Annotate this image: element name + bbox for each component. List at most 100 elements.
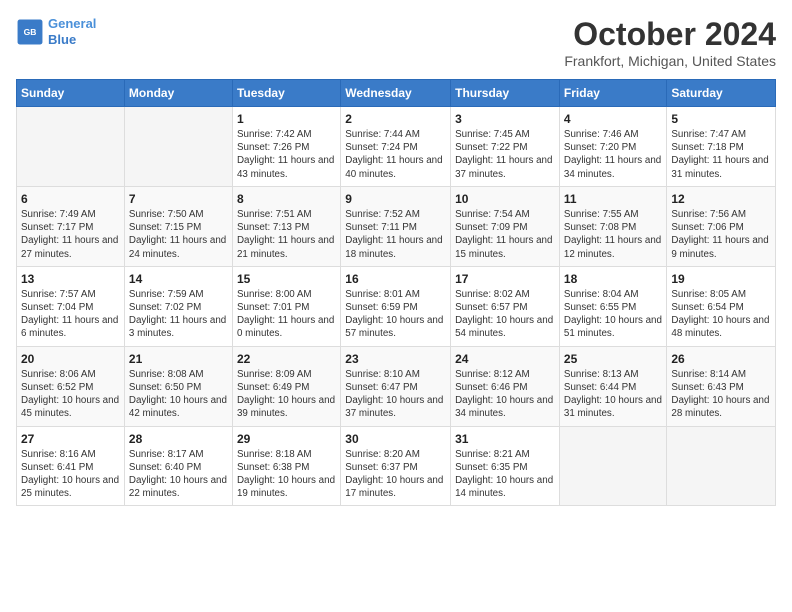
- day-number: 28: [129, 432, 228, 446]
- weekday-header: Friday: [559, 80, 666, 107]
- location: Frankfort, Michigan, United States: [564, 53, 776, 69]
- day-number: 18: [564, 272, 662, 286]
- day-info: Sunrise: 8:08 AMSunset: 6:50 PMDaylight:…: [129, 368, 228, 421]
- calendar-week-row: 20Sunrise: 8:06 AMSunset: 6:52 PMDayligh…: [17, 346, 776, 426]
- svg-text:GB: GB: [24, 27, 37, 37]
- day-info: Sunrise: 8:18 AMSunset: 6:38 PMDaylight:…: [237, 448, 336, 501]
- calendar-cell: [124, 107, 232, 187]
- calendar-header: SundayMondayTuesdayWednesdayThursdayFrid…: [17, 80, 776, 107]
- day-number: 23: [345, 352, 446, 366]
- day-info: Sunrise: 8:21 AMSunset: 6:35 PMDaylight:…: [455, 448, 555, 501]
- calendar-cell: 2 Sunrise: 7:44 AMSunset: 7:24 PMDaylight…: [341, 107, 451, 187]
- day-info: Sunrise: 7:47 AMSunset: 7:18 PMDaylight:…: [671, 128, 771, 181]
- calendar-cell: 19 Sunrise: 8:05 AMSunset: 6:54 PMDayligh…: [667, 266, 776, 346]
- calendar-week-row: 13Sunrise: 7:57 AMSunset: 7:04 PMDayligh…: [17, 266, 776, 346]
- day-info: Sunrise: 7:56 AMSunset: 7:06 PMDaylight:…: [671, 208, 771, 261]
- day-number: 31: [455, 432, 555, 446]
- logo-line2: Blue: [48, 32, 76, 47]
- day-info: Sunrise: 7:44 AMSunset: 7:24 PMDaylight:…: [345, 128, 446, 181]
- calendar-cell: 22Sunrise: 8:09 AMSunset: 6:49 PMDayligh…: [232, 346, 340, 426]
- weekday-row: SundayMondayTuesdayWednesdayThursdayFrid…: [17, 80, 776, 107]
- day-info: Sunrise: 8:00 AMSunset: 7:01 PMDaylight:…: [237, 288, 336, 341]
- day-info: Sunrise: 8:20 AMSunset: 6:37 PMDaylight:…: [345, 448, 446, 501]
- calendar-table: SundayMondayTuesdayWednesdayThursdayFrid…: [16, 79, 776, 506]
- logo-text: General Blue: [48, 16, 96, 47]
- day-number: 19: [671, 272, 771, 286]
- calendar-cell: 31 Sunrise: 8:21 AMSunset: 6:35 PMDayligh…: [451, 426, 560, 506]
- calendar-cell: 21 Sunrise: 8:08 AMSunset: 6:50 PMDayligh…: [124, 346, 232, 426]
- calendar-cell: 12Sunrise: 7:56 AMSunset: 7:06 PMDayligh…: [667, 186, 776, 266]
- weekday-header: Wednesday: [341, 80, 451, 107]
- day-number: 3: [455, 112, 555, 126]
- day-info: Sunrise: 7:57 AMSunset: 7:04 PMDaylight:…: [21, 288, 120, 341]
- day-number: 17: [455, 272, 555, 286]
- calendar-cell: 23Sunrise: 8:10 AMSunset: 6:47 PMDayligh…: [341, 346, 451, 426]
- day-number: 24: [455, 352, 555, 366]
- day-info: Sunrise: 7:49 AMSunset: 7:17 PMDaylight:…: [21, 208, 120, 261]
- logo: GB General Blue: [16, 16, 96, 47]
- calendar-cell: 15Sunrise: 8:00 AMSunset: 7:01 PMDayligh…: [232, 266, 340, 346]
- weekday-header: Monday: [124, 80, 232, 107]
- calendar-body: 1Sunrise: 7:42 AMSunset: 7:26 PMDaylight…: [17, 107, 776, 506]
- calendar-cell: 18 Sunrise: 8:04 AMSunset: 6:55 PMDayligh…: [559, 266, 666, 346]
- weekday-header: Saturday: [667, 80, 776, 107]
- calendar-cell: 9 Sunrise: 7:52 AMSunset: 7:11 PMDaylight…: [341, 186, 451, 266]
- day-number: 11: [564, 192, 662, 206]
- weekday-header: Thursday: [451, 80, 560, 107]
- calendar-cell: [667, 426, 776, 506]
- day-number: 26: [671, 352, 771, 366]
- day-info: Sunrise: 7:52 AMSunset: 7:11 PMDaylight:…: [345, 208, 446, 261]
- weekday-header: Sunday: [17, 80, 125, 107]
- weekday-header: Tuesday: [232, 80, 340, 107]
- day-info: Sunrise: 8:06 AMSunset: 6:52 PMDaylight:…: [21, 368, 120, 421]
- day-number: 5: [671, 112, 771, 126]
- calendar-cell: 26Sunrise: 8:14 AMSunset: 6:43 PMDayligh…: [667, 346, 776, 426]
- day-number: 25: [564, 352, 662, 366]
- day-info: Sunrise: 7:45 AMSunset: 7:22 PMDaylight:…: [455, 128, 555, 181]
- calendar-week-row: 27Sunrise: 8:16 AMSunset: 6:41 PMDayligh…: [17, 426, 776, 506]
- day-info: Sunrise: 7:51 AMSunset: 7:13 PMDaylight:…: [237, 208, 336, 261]
- day-number: 21: [129, 352, 228, 366]
- day-number: 7: [129, 192, 228, 206]
- calendar-cell: 25 Sunrise: 8:13 AMSunset: 6:44 PMDayligh…: [559, 346, 666, 426]
- day-number: 29: [237, 432, 336, 446]
- day-info: Sunrise: 7:59 AMSunset: 7:02 PMDaylight:…: [129, 288, 228, 341]
- day-number: 14: [129, 272, 228, 286]
- day-number: 2: [345, 112, 446, 126]
- calendar-cell: 7 Sunrise: 7:50 AMSunset: 7:15 PMDaylight…: [124, 186, 232, 266]
- day-number: 16: [345, 272, 446, 286]
- calendar-cell: 14 Sunrise: 7:59 AMSunset: 7:02 PMDayligh…: [124, 266, 232, 346]
- day-info: Sunrise: 8:05 AMSunset: 6:54 PMDaylight:…: [671, 288, 771, 341]
- calendar-cell: 10 Sunrise: 7:54 AMSunset: 7:09 PMDayligh…: [451, 186, 560, 266]
- logo-line1: General: [48, 16, 96, 31]
- calendar-cell: 17 Sunrise: 8:02 AMSunset: 6:57 PMDayligh…: [451, 266, 560, 346]
- logo-icon: GB: [16, 18, 44, 46]
- day-number: 4: [564, 112, 662, 126]
- day-number: 9: [345, 192, 446, 206]
- calendar-cell: 5 Sunrise: 7:47 AMSunset: 7:18 PMDaylight…: [667, 107, 776, 187]
- day-info: Sunrise: 7:55 AMSunset: 7:08 PMDaylight:…: [564, 208, 662, 261]
- day-info: Sunrise: 8:17 AMSunset: 6:40 PMDaylight:…: [129, 448, 228, 501]
- day-info: Sunrise: 8:04 AMSunset: 6:55 PMDaylight:…: [564, 288, 662, 341]
- day-number: 10: [455, 192, 555, 206]
- calendar-cell: 29 Sunrise: 8:18 AMSunset: 6:38 PMDayligh…: [232, 426, 340, 506]
- calendar-cell: 27Sunrise: 8:16 AMSunset: 6:41 PMDayligh…: [17, 426, 125, 506]
- day-info: Sunrise: 8:12 AMSunset: 6:46 PMDaylight:…: [455, 368, 555, 421]
- calendar-cell: 20Sunrise: 8:06 AMSunset: 6:52 PMDayligh…: [17, 346, 125, 426]
- day-info: Sunrise: 8:01 AMSunset: 6:59 PMDaylight:…: [345, 288, 446, 341]
- calendar-cell: 28 Sunrise: 8:17 AMSunset: 6:40 PMDayligh…: [124, 426, 232, 506]
- month-title: October 2024: [564, 16, 776, 53]
- day-info: Sunrise: 7:42 AMSunset: 7:26 PMDaylight:…: [237, 128, 336, 181]
- calendar-cell: 1Sunrise: 7:42 AMSunset: 7:26 PMDaylight…: [232, 107, 340, 187]
- calendar-cell: 3 Sunrise: 7:45 AMSunset: 7:22 PMDaylight…: [451, 107, 560, 187]
- day-info: Sunrise: 7:54 AMSunset: 7:09 PMDaylight:…: [455, 208, 555, 261]
- title-block: October 2024 Frankfort, Michigan, United…: [564, 16, 776, 69]
- day-number: 6: [21, 192, 120, 206]
- day-info: Sunrise: 8:13 AMSunset: 6:44 PMDaylight:…: [564, 368, 662, 421]
- calendar-cell: [17, 107, 125, 187]
- day-info: Sunrise: 7:50 AMSunset: 7:15 PMDaylight:…: [129, 208, 228, 261]
- calendar-cell: 24 Sunrise: 8:12 AMSunset: 6:46 PMDayligh…: [451, 346, 560, 426]
- calendar-week-row: 6 Sunrise: 7:49 AMSunset: 7:17 PMDaylight…: [17, 186, 776, 266]
- calendar-cell: 13Sunrise: 7:57 AMSunset: 7:04 PMDayligh…: [17, 266, 125, 346]
- day-info: Sunrise: 8:02 AMSunset: 6:57 PMDaylight:…: [455, 288, 555, 341]
